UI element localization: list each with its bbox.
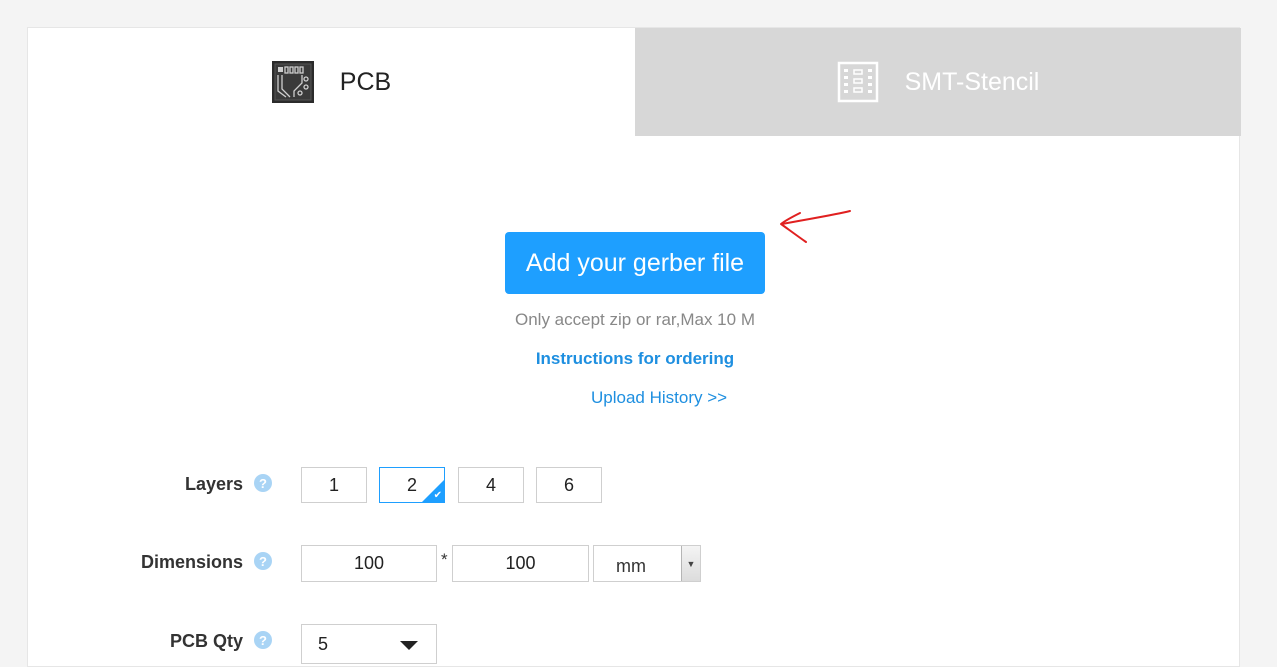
order-card: PCB SMT-Stencil Add your gerber file Onl… (27, 27, 1241, 667)
instructions-for-ordering-link[interactable]: Instructions for ordering (428, 349, 842, 369)
annotation-arrow-icon (780, 210, 851, 243)
unit-select-value: mm (616, 556, 646, 576)
layers-help-icon[interactable]: ? (254, 474, 272, 492)
pcb-board-icon (271, 61, 314, 103)
layer-option-4[interactable]: 4 (458, 467, 524, 503)
upload-history-link[interactable]: Upload History >> (591, 388, 727, 408)
tab-pcb[interactable]: PCB (28, 28, 635, 136)
upload-accept-note: Only accept zip or rar,Max 10 M (515, 310, 755, 329)
dimensions-label: Dimensions (140, 552, 243, 572)
pcb-qty-value: 5 (318, 634, 329, 654)
layer-option-1[interactable]: 1 (301, 467, 367, 503)
product-tabs: PCB SMT-Stencil (28, 28, 1241, 136)
layer-option-2[interactable]: 2 ✔ (379, 467, 445, 503)
pcb-qty-label: PCB Qty (169, 631, 243, 651)
pcb-qty-select[interactable]: 5 (301, 624, 437, 664)
dimension-width-input[interactable] (301, 545, 437, 582)
tab-pcb-label: PCB (339, 67, 392, 96)
smt-stencil-icon (837, 61, 879, 103)
layer-option-6[interactable]: 6 (536, 467, 602, 503)
chevron-down-icon[interactable]: ▼ (681, 546, 700, 581)
layers-label: Layers (184, 474, 243, 494)
dimension-separator: * (441, 550, 448, 569)
add-gerber-file-button[interactable]: Add your gerber file (505, 232, 765, 294)
checkmark-icon: ✔ (433, 490, 442, 501)
layer-option-2-label: 2 (406, 474, 417, 495)
dropdown-arrow-icon (400, 641, 418, 650)
tab-smt-stencil-label: SMT-Stencil (904, 67, 1040, 96)
tab-smt-stencil[interactable]: SMT-Stencil (635, 28, 1241, 136)
dimensions-help-icon[interactable]: ? (254, 552, 272, 570)
dimension-unit-select[interactable]: mm ▼ (593, 545, 701, 582)
dimension-height-input[interactable] (452, 545, 589, 582)
pcb-qty-help-icon[interactable]: ? (254, 631, 272, 649)
